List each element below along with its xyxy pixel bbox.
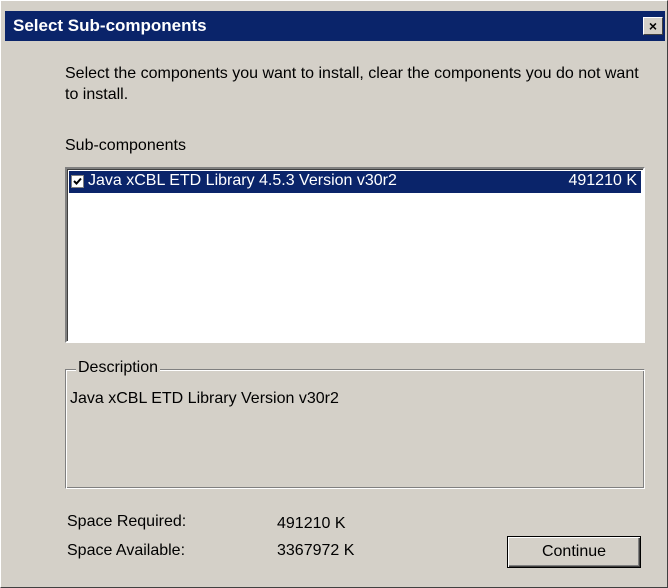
title-bar[interactable]: Select Sub-components ×	[5, 11, 665, 41]
space-available-label: Space Available:	[67, 542, 186, 559]
component-name: Java xCBL ETD Library 4.5.3 Version v30r…	[88, 172, 397, 189]
description-text: Java xCBL ETD Library Version v30r2	[70, 390, 339, 407]
description-label: Description	[76, 359, 161, 377]
continue-button[interactable]: Continue	[507, 536, 641, 568]
space-required-value: 491210 K	[277, 515, 346, 532]
dialog-window: Select Sub-components × Select the compo…	[0, 0, 668, 588]
space-available-value: 3367972 K	[277, 542, 355, 559]
component-size: 491210 K	[568, 172, 637, 189]
subcomponents-list[interactable]: Java xCBL ETD Library 4.5.3 Version v30r…	[65, 167, 645, 343]
description-group: Description Java xCBL ETD Library Versio…	[65, 359, 645, 489]
component-checkbox[interactable]	[71, 175, 84, 188]
close-button[interactable]: ×	[643, 17, 663, 35]
space-required-label: Space Required:	[67, 513, 187, 530]
checkmark-icon	[73, 177, 82, 185]
window-title: Select Sub-components	[13, 16, 207, 35]
close-icon: ×	[648, 17, 658, 34]
list-item-java-xcbl-etd-library[interactable]: Java xCBL ETD Library 4.5.3 Version v30r…	[69, 171, 641, 193]
subcomponents-label: Sub-components	[65, 137, 186, 154]
instructions-text: Select the components you want to instal…	[65, 65, 639, 103]
